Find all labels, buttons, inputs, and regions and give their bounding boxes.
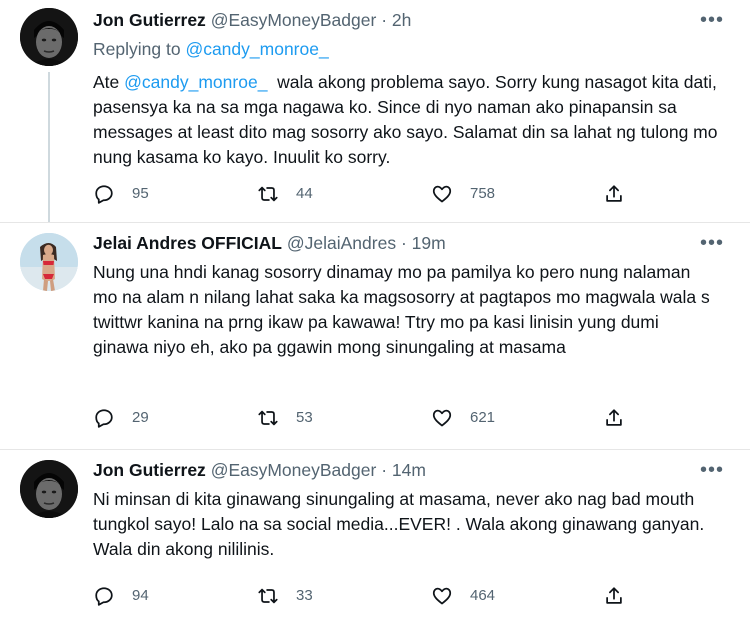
tweet-header: Jelai Andres OFFICIAL @JelaiAndres · 19m xyxy=(93,232,446,254)
author-name[interactable]: Jelai Andres OFFICIAL xyxy=(93,233,282,253)
reply-button[interactable]: 95 xyxy=(93,182,149,206)
author-name[interactable]: Jon Gutierrez xyxy=(93,10,206,30)
share-icon xyxy=(606,185,622,202)
heart-icon xyxy=(432,185,452,203)
reply-count: 29 xyxy=(132,409,149,426)
reply-icon xyxy=(95,185,113,204)
replying-to: Replying to @candy_monroe_ xyxy=(93,38,329,60)
reply-icon xyxy=(95,409,113,428)
like-count: 621 xyxy=(470,409,496,426)
heart-icon xyxy=(432,587,452,605)
action-bar: 95 44 758 xyxy=(93,182,638,206)
like-button[interactable]: 464 xyxy=(431,584,495,608)
tweet-text-prefix: Ate xyxy=(93,72,120,92)
timestamp[interactable]: 19m xyxy=(412,233,446,253)
avatar-face-icon xyxy=(20,460,78,518)
tweet-text: Ni minsan di kita ginawang sinungaling a… xyxy=(93,489,705,559)
author-handle[interactable]: @EasyMoneyBadger xyxy=(211,10,377,30)
tweet[interactable]: Jon Gutierrez @EasyMoneyBadger · 14m •••… xyxy=(0,449,750,626)
like-count: 464 xyxy=(470,587,496,604)
tweet-text: Nung una hndi kanag sosorry dinamay mo p… xyxy=(93,262,710,357)
share-button[interactable] xyxy=(603,182,625,206)
tweet[interactable]: Jon Gutierrez @EasyMoneyBadger · 2h ••• … xyxy=(0,0,750,222)
avatar[interactable] xyxy=(20,8,78,66)
replying-mention-link[interactable]: @candy_monroe_ xyxy=(185,39,328,59)
retweet-count: 53 xyxy=(296,409,313,426)
author-handle[interactable]: @EasyMoneyBadger xyxy=(211,460,377,480)
replying-label: Replying to xyxy=(93,39,181,59)
author-name[interactable]: Jon Gutierrez xyxy=(93,460,206,480)
share-button[interactable] xyxy=(603,406,625,430)
separator: · xyxy=(381,10,388,30)
reply-icon xyxy=(95,587,113,606)
tweet-text: Ate @candy_monroe_ wala akong problema s… xyxy=(93,70,718,170)
avatar[interactable] xyxy=(20,233,78,291)
reply-count: 94 xyxy=(132,587,149,604)
retweet-count: 44 xyxy=(296,185,313,202)
retweet-icon xyxy=(258,588,278,604)
like-count: 758 xyxy=(470,185,496,202)
mention-link[interactable]: @candy_monroe_ xyxy=(124,72,267,92)
reply-button[interactable]: 94 xyxy=(93,584,149,608)
retweet-button[interactable]: 33 xyxy=(257,584,313,608)
retweet-button[interactable]: 44 xyxy=(257,182,313,206)
reply-count: 95 xyxy=(132,185,149,202)
heart-icon xyxy=(432,409,452,427)
share-icon xyxy=(606,587,622,604)
share-icon xyxy=(606,409,622,426)
action-bar: 29 53 621 xyxy=(93,406,638,430)
avatar-person-icon xyxy=(20,233,78,291)
retweet-icon xyxy=(258,410,278,426)
timestamp[interactable]: 2h xyxy=(392,10,411,30)
retweet-icon xyxy=(258,186,278,202)
avatar[interactable] xyxy=(20,460,78,518)
author-handle[interactable]: @JelaiAndres xyxy=(287,233,396,253)
reply-button[interactable]: 29 xyxy=(93,406,149,430)
tweet[interactable]: Jelai Andres OFFICIAL @JelaiAndres · 19m… xyxy=(0,222,750,449)
action-bar: 94 33 464 xyxy=(93,584,638,608)
more-icon[interactable]: ••• xyxy=(700,9,723,31)
share-button[interactable] xyxy=(603,584,625,608)
tweet-header: Jon Gutierrez @EasyMoneyBadger · 2h xyxy=(93,9,411,31)
timestamp[interactable]: 14m xyxy=(392,460,426,480)
tweet-header: Jon Gutierrez @EasyMoneyBadger · 14m xyxy=(93,459,426,481)
more-icon[interactable]: ••• xyxy=(700,232,723,254)
more-icon[interactable]: ••• xyxy=(700,459,723,481)
retweet-count: 33 xyxy=(296,587,313,604)
retweet-button[interactable]: 53 xyxy=(257,406,313,430)
separator: · xyxy=(381,460,388,480)
like-button[interactable]: 621 xyxy=(431,406,495,430)
like-button[interactable]: 758 xyxy=(431,182,495,206)
thread-line xyxy=(48,72,50,222)
avatar-face-icon xyxy=(20,8,78,66)
separator: · xyxy=(400,233,407,253)
